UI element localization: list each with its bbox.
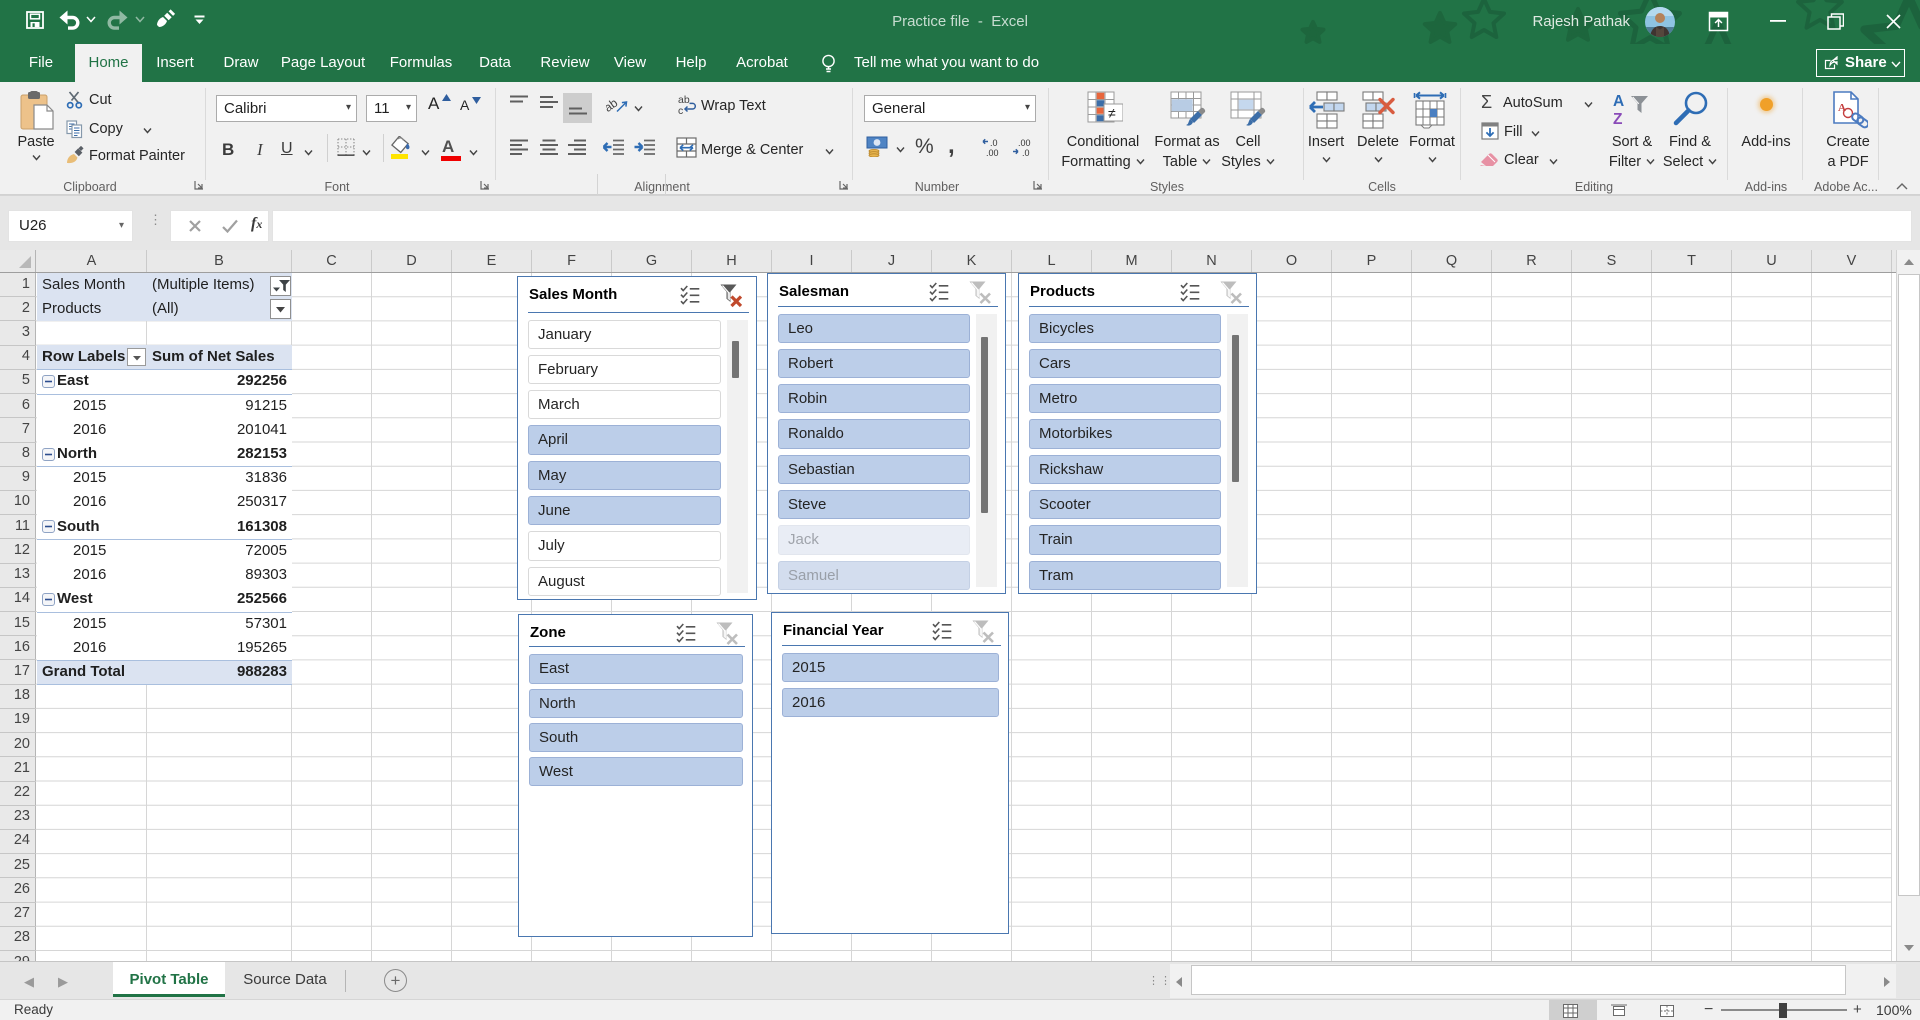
svg-text:.00: .00 bbox=[986, 148, 999, 157]
svg-text:.00: .00 bbox=[1018, 138, 1031, 148]
svg-text:c: c bbox=[678, 105, 683, 115]
svg-text:Z: Z bbox=[1613, 111, 1623, 128]
svg-text:≠: ≠ bbox=[1108, 105, 1116, 121]
svg-text:A: A bbox=[1613, 93, 1624, 110]
svg-text:A: A bbox=[1838, 102, 1846, 114]
svg-text:ab: ab bbox=[606, 95, 621, 114]
svg-text:.0: .0 bbox=[990, 138, 998, 148]
svg-text:.0: .0 bbox=[1022, 148, 1030, 157]
